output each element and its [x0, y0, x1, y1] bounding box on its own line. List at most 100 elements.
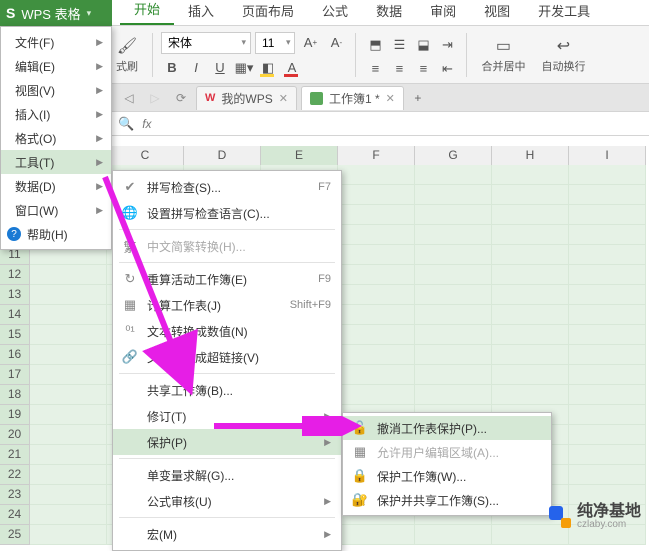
- cell[interactable]: [338, 525, 415, 545]
- cell[interactable]: [492, 245, 569, 265]
- cell[interactable]: [30, 425, 107, 445]
- column-header[interactable]: I: [569, 146, 646, 166]
- cell[interactable]: [338, 185, 415, 205]
- cell[interactable]: [30, 465, 107, 485]
- cell[interactable]: [30, 265, 107, 285]
- nav-fwd-icon[interactable]: ▷: [144, 87, 166, 109]
- cell[interactable]: [338, 325, 415, 345]
- cell[interactable]: [415, 305, 492, 325]
- row-header[interactable]: 22: [0, 465, 30, 485]
- nav-back-icon[interactable]: ◁: [118, 87, 140, 109]
- cell[interactable]: [338, 285, 415, 305]
- cell[interactable]: [415, 525, 492, 545]
- cell[interactable]: [492, 385, 569, 405]
- tab-start[interactable]: 开始: [120, 0, 174, 25]
- protect-menu-item[interactable]: 🔓撤消工作表保护(P)...: [343, 416, 551, 440]
- italic-button[interactable]: I: [185, 58, 207, 78]
- submenu-item[interactable]: 保护(P)▶: [113, 429, 341, 455]
- app-menu-item[interactable]: 数据(D)▶: [1, 174, 111, 198]
- cell[interactable]: [569, 425, 646, 445]
- cell[interactable]: [569, 345, 646, 365]
- cell[interactable]: [338, 205, 415, 225]
- cell[interactable]: [569, 305, 646, 325]
- merge-center-button[interactable]: ▭ 合并居中: [475, 32, 531, 78]
- row-header[interactable]: 13: [0, 285, 30, 305]
- row-header[interactable]: 23: [0, 485, 30, 505]
- nav-refresh-icon[interactable]: ⟳: [170, 87, 192, 109]
- submenu-item[interactable]: 公式审核(U)▶: [113, 488, 341, 514]
- cell[interactable]: [492, 285, 569, 305]
- cell[interactable]: [492, 265, 569, 285]
- auto-wrap-button[interactable]: ↩ 自动换行: [535, 32, 591, 78]
- fx-label[interactable]: fx: [142, 117, 151, 131]
- row-header[interactable]: 17: [0, 365, 30, 385]
- row-header[interactable]: 24: [0, 505, 30, 525]
- cell[interactable]: [415, 285, 492, 305]
- cell[interactable]: [415, 265, 492, 285]
- cell[interactable]: [30, 525, 107, 545]
- cell[interactable]: [492, 305, 569, 325]
- submenu-item[interactable]: 修订(T)▶: [113, 403, 341, 429]
- cell[interactable]: [338, 225, 415, 245]
- column-header[interactable]: H: [492, 146, 569, 166]
- app-menu-item[interactable]: 文件(F)▶: [1, 30, 111, 54]
- cell[interactable]: [569, 445, 646, 465]
- cell[interactable]: [415, 385, 492, 405]
- row-header[interactable]: 21: [0, 445, 30, 465]
- submenu-item[interactable]: 🔗文本转换成超链接(V): [113, 344, 341, 370]
- cell[interactable]: [30, 285, 107, 305]
- cell[interactable]: [30, 385, 107, 405]
- tab-view[interactable]: 视图: [470, 0, 524, 25]
- app-menu-item[interactable]: ?帮助(H): [1, 222, 111, 246]
- column-header[interactable]: D: [184, 146, 261, 166]
- app-menu-item[interactable]: 编辑(E)▶: [1, 54, 111, 78]
- submenu-item[interactable]: ▦计算工作表(J)Shift+F9: [113, 292, 341, 318]
- decrease-font-icon[interactable]: A-: [325, 33, 347, 53]
- doc-tab-workbook[interactable]: 工作簿1 * ✕: [301, 86, 404, 110]
- submenu-item[interactable]: 共享工作簿(B)...: [113, 377, 341, 403]
- row-header[interactable]: 25: [0, 525, 30, 545]
- row-header[interactable]: 15: [0, 325, 30, 345]
- cell[interactable]: [415, 245, 492, 265]
- app-menu-item[interactable]: 插入(I)▶: [1, 102, 111, 126]
- cell[interactable]: [569, 385, 646, 405]
- cell[interactable]: [415, 365, 492, 385]
- cell[interactable]: [30, 405, 107, 425]
- fill-color-button[interactable]: ◧: [257, 58, 279, 78]
- column-header[interactable]: E: [261, 146, 338, 166]
- submenu-item[interactable]: ↻重算活动工作簿(E)F9: [113, 266, 341, 292]
- tab-review[interactable]: 审阅: [416, 0, 470, 25]
- cell[interactable]: [569, 225, 646, 245]
- cell[interactable]: [492, 325, 569, 345]
- cell[interactable]: [30, 345, 107, 365]
- zoom-icon[interactable]: 🔍: [118, 116, 134, 132]
- cell[interactable]: [338, 165, 415, 185]
- submenu-item[interactable]: 宏(M)▶: [113, 521, 341, 547]
- cell[interactable]: [569, 285, 646, 305]
- app-menu-item[interactable]: 窗口(W)▶: [1, 198, 111, 222]
- font-color-button[interactable]: A: [281, 58, 303, 78]
- cell[interactable]: [492, 185, 569, 205]
- tab-insert[interactable]: 插入: [174, 0, 228, 25]
- submenu-item[interactable]: 单变量求解(G)...: [113, 462, 341, 488]
- doc-tab-home[interactable]: W 我的WPS ✕: [196, 86, 297, 110]
- submenu-item[interactable]: 🌐设置拼写检查语言(C)...: [113, 200, 341, 226]
- row-header[interactable]: 18: [0, 385, 30, 405]
- align-bottom-icon[interactable]: ⬓: [412, 35, 434, 55]
- align-middle-icon[interactable]: ☰: [388, 35, 410, 55]
- cell[interactable]: [569, 265, 646, 285]
- app-menu-item[interactable]: 工具(T)▶: [1, 150, 111, 174]
- cell[interactable]: [338, 385, 415, 405]
- bold-button[interactable]: B: [161, 58, 183, 78]
- align-center-icon[interactable]: ≡: [388, 59, 410, 79]
- cell[interactable]: [30, 485, 107, 505]
- cell[interactable]: [30, 325, 107, 345]
- cell[interactable]: [338, 265, 415, 285]
- cell[interactable]: [492, 205, 569, 225]
- cell[interactable]: [415, 325, 492, 345]
- indent-button[interactable]: ⇥: [436, 35, 458, 55]
- app-menu-item[interactable]: 格式(O)▶: [1, 126, 111, 150]
- protect-menu-item[interactable]: 🔐保护并共享工作簿(S)...: [343, 488, 551, 512]
- cell[interactable]: [492, 345, 569, 365]
- submenu-item[interactable]: ⁰¹文本转换成数值(N): [113, 318, 341, 344]
